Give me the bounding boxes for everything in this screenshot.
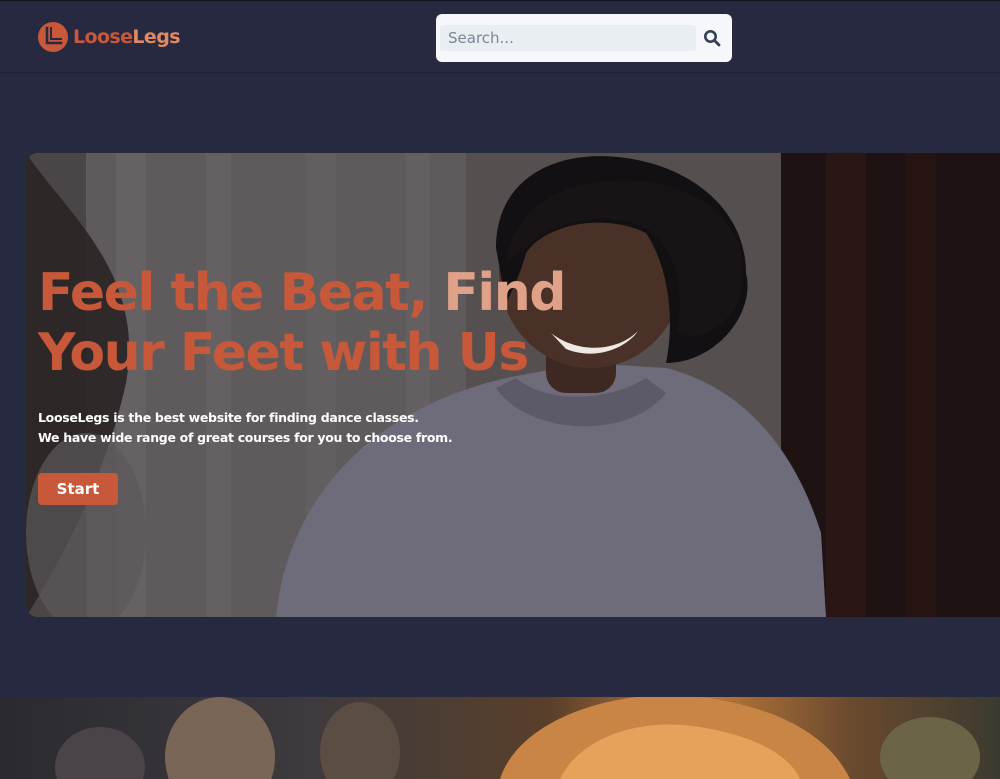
search-icon[interactable] [703, 29, 721, 47]
top-navigation-bar: LooseLegs [0, 0, 1000, 73]
hero-description-line2: We have wide range of great courses for … [38, 430, 453, 445]
hero-title: Feel the Beat, Find Your Feet with Us [38, 263, 566, 383]
hero-background-image [26, 153, 1000, 617]
hero-description: LooseLegs is the best website for findin… [38, 408, 453, 448]
hero-description-line1: LooseLegs is the best website for findin… [38, 410, 419, 425]
search-bar [436, 14, 732, 62]
hero-title-line1-part1: Feel the Beat, [38, 263, 444, 323]
hero-title-line2: Your Feet with Us [38, 323, 529, 383]
hero-banner: Feel the Beat, Find Your Feet with Us Loo… [26, 153, 1000, 617]
dance-crowd-photo [55, 697, 980, 779]
hero-title-line1-part2: Find [443, 263, 566, 323]
start-button[interactable]: Start [38, 473, 118, 505]
loose-legs-logo-icon [38, 22, 68, 52]
brand-name-part1: Loose [73, 25, 133, 48]
search-input[interactable] [440, 25, 696, 51]
brand-name: LooseLegs [73, 25, 181, 48]
site-logo[interactable]: LooseLegs [38, 22, 181, 52]
brand-name-part2: Legs [132, 25, 180, 48]
dance-crowd-image [0, 697, 1000, 779]
